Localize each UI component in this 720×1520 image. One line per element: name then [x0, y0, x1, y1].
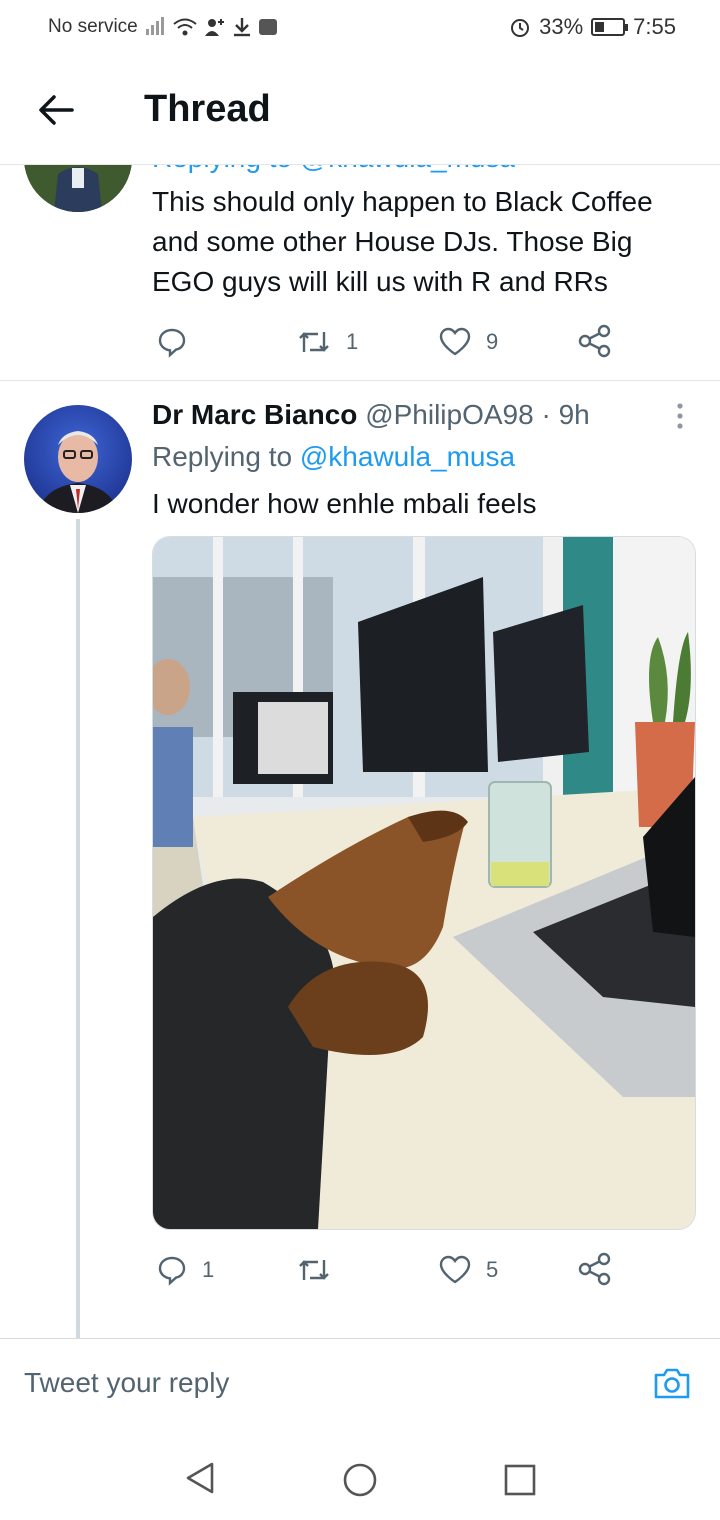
heart-icon	[439, 327, 471, 356]
retweet-button[interactable]: 1	[296, 326, 358, 358]
reply-composer[interactable]: Tweet your reply	[0, 1338, 720, 1431]
reply-icon	[158, 328, 186, 358]
replying-to-label: Replying to	[152, 441, 293, 472]
signal-icon	[145, 17, 164, 35]
reply-button[interactable]: 1	[156, 1254, 214, 1286]
mention-link[interactable]: @khawula_musa	[300, 441, 515, 472]
retweet-button[interactable]	[296, 1254, 346, 1286]
more-options-icon[interactable]	[664, 401, 696, 431]
reply-icon	[158, 1256, 186, 1286]
handle[interactable]: @PhilipOA98	[365, 399, 534, 430]
wifi-icon	[173, 18, 197, 36]
battery-percent: 33%	[539, 14, 584, 39]
retweet-icon	[299, 1260, 329, 1280]
carrier-label: No service	[48, 16, 138, 37]
nav-home-icon[interactable]	[342, 1462, 378, 1498]
nav-back-icon[interactable]	[182, 1460, 218, 1496]
reply-input[interactable]: Tweet your reply	[24, 1367, 229, 1399]
share-icon	[578, 1252, 611, 1286]
thread-line	[76, 519, 80, 1338]
app-header: Thread	[0, 56, 720, 165]
alarm-icon	[511, 19, 530, 37]
download-icon	[233, 18, 250, 37]
arrow-left-icon[interactable]	[36, 90, 76, 130]
tweet[interactable]: Replying to @khawula_musa This should on…	[0, 164, 720, 381]
timestamp: · 9h	[541, 399, 590, 430]
display-name[interactable]: Dr Marc Bianco	[152, 399, 357, 430]
retweet-icon	[299, 332, 329, 352]
like-count: 9	[486, 329, 499, 354]
tweet-text: I wonder how enhle mbali feels	[152, 488, 537, 519]
tweet-image[interactable]	[152, 536, 696, 1230]
like-button[interactable]: 5	[438, 1254, 498, 1286]
camera-icon[interactable]	[652, 1363, 692, 1403]
like-button[interactable]: 9	[438, 326, 498, 358]
notification-icon	[258, 19, 277, 35]
replying-to-label: Replying to @khawula_musa	[152, 164, 515, 174]
battery-icon	[591, 18, 629, 36]
page-title: Thread	[144, 88, 271, 130]
avatar[interactable]	[24, 164, 132, 212]
avatar[interactable]	[24, 405, 132, 513]
like-count: 5	[486, 1257, 499, 1282]
share-icon	[578, 324, 611, 358]
tweet-text: This should only happen to Black Coffee …	[152, 186, 653, 297]
clock: 7:55	[633, 14, 676, 39]
reply-button[interactable]	[156, 326, 202, 358]
share-button[interactable]	[578, 1252, 612, 1286]
system-nav-bar	[0, 1430, 720, 1520]
heart-icon	[439, 1255, 471, 1284]
person-add-icon	[204, 19, 224, 36]
photo-dog-at-desk	[153, 537, 695, 1229]
tweet-header: Dr Marc Bianco @PhilipOA98 · 9h	[152, 399, 590, 431]
tweet[interactable]: Dr Marc Bianco @PhilipOA98 · 9h Replying…	[0, 381, 720, 1338]
retweet-count: 1	[346, 329, 359, 354]
share-button[interactable]	[578, 324, 612, 358]
replying-to: Replying to @khawula_musa	[152, 441, 515, 473]
reply-count: 1	[202, 1257, 215, 1282]
nav-recents-icon[interactable]	[502, 1462, 538, 1498]
status-bar: No service 33% 7:55	[0, 0, 720, 56]
